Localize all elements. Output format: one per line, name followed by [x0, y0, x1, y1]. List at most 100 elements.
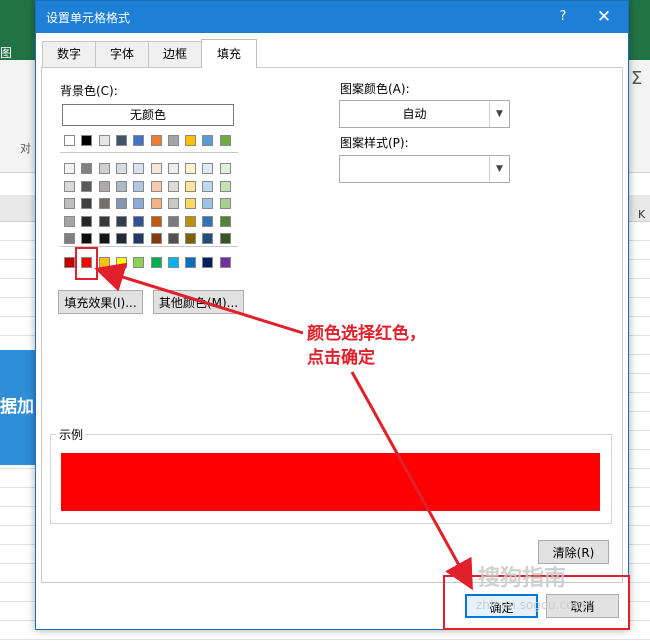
no-color-button[interactable]: 无颜色 [62, 104, 234, 126]
shade-color-swatch[interactable] [115, 180, 127, 192]
tab-font[interactable]: 字体 [95, 41, 149, 67]
shade-color-swatch[interactable] [150, 215, 162, 227]
watermark-url: zhinan.sogou.com [476, 598, 586, 612]
theme-color-swatch[interactable] [81, 135, 93, 146]
theme-color-swatch[interactable] [115, 135, 127, 146]
theme-color-swatch[interactable] [185, 135, 197, 146]
theme-color-swatch[interactable] [219, 135, 231, 146]
shade-color-swatch[interactable] [64, 233, 75, 244]
help-button[interactable]: ? [552, 6, 574, 28]
shade-color-swatch[interactable] [81, 163, 93, 174]
shade-color-swatch[interactable] [98, 198, 110, 209]
shade-color-swatch[interactable] [202, 233, 214, 244]
shade-color-swatch[interactable] [133, 215, 145, 227]
palette-separator [60, 152, 238, 153]
pattern-color-value: 自动 [402, 107, 427, 121]
shade-color-swatch[interactable] [185, 198, 197, 209]
standard-color-swatch[interactable] [185, 257, 197, 268]
shade-color-swatch[interactable] [98, 163, 110, 174]
more-colors-button[interactable]: 其他颜色(M)... [153, 290, 244, 314]
shade-color-swatch[interactable] [81, 198, 93, 209]
shade-color-swatch[interactable] [167, 198, 179, 209]
pattern-color-label: 图案颜色(A): [340, 82, 410, 96]
theme-color-swatch[interactable] [64, 135, 75, 146]
fill-effects-button[interactable]: 填充效果(I)... [58, 290, 143, 314]
shade-color-swatch[interactable] [150, 233, 162, 244]
shade-color-swatch[interactable] [133, 163, 145, 174]
shade-color-swatch[interactable] [202, 163, 214, 174]
shade-color-swatch[interactable] [202, 180, 214, 192]
shade-color-swatch[interactable] [81, 180, 93, 192]
shade-color-swatch[interactable] [185, 233, 197, 244]
shade-color-swatch[interactable] [219, 233, 231, 244]
shade-color-swatch[interactable] [219, 163, 231, 174]
shade-color-swatch[interactable] [219, 215, 231, 227]
shade-color-swatch[interactable] [98, 233, 110, 244]
shade-color-swatch[interactable] [202, 198, 214, 209]
shade-color-swatch[interactable] [64, 215, 75, 227]
standard-color-swatch[interactable] [150, 257, 162, 268]
shade-color-swatch[interactable] [167, 180, 179, 192]
shade-color-swatch[interactable] [133, 180, 145, 192]
shade-color-swatch[interactable] [98, 180, 110, 192]
shade-color-swatch[interactable] [81, 233, 93, 244]
chevron-down-icon: ▼ [489, 101, 509, 127]
shade-color-swatch[interactable] [133, 198, 145, 209]
chevron-down-icon: ▼ [489, 156, 509, 182]
shade-color-swatch[interactable] [219, 198, 231, 209]
grid-row-line [0, 639, 650, 640]
annotation-line-2: 点击确定 [307, 348, 375, 368]
banner-text: 据加 [0, 397, 34, 417]
shade-color-swatch[interactable] [219, 180, 231, 192]
close-button[interactable]: ✕ [592, 5, 616, 29]
theme-color-swatch[interactable] [167, 135, 179, 146]
ribbon-tab-label: 图 [0, 46, 13, 60]
shade-color-swatch[interactable] [64, 163, 75, 174]
sample-label: 示例 [56, 426, 87, 443]
autosum-icon: Σ [631, 68, 643, 89]
shade-color-swatch[interactable] [167, 215, 179, 227]
theme-color-swatch[interactable] [150, 135, 162, 146]
pattern-style-select[interactable]: ▼ [339, 155, 510, 183]
shade-color-swatch[interactable] [150, 198, 162, 209]
column-k-header: K [638, 208, 646, 221]
standard-color-swatch[interactable] [202, 257, 214, 268]
dialog-title: 设置单元格格式 [46, 11, 131, 25]
shade-color-swatch[interactable] [115, 215, 127, 227]
standard-color-swatch[interactable] [167, 257, 179, 268]
standard-color-swatch[interactable] [133, 257, 145, 268]
shade-color-swatch[interactable] [150, 180, 162, 192]
shade-color-swatch[interactable] [185, 215, 197, 227]
pattern-style-label: 图案样式(P): [340, 136, 409, 150]
shade-color-swatch[interactable] [64, 198, 75, 209]
sample-preview [61, 453, 600, 511]
tab-number[interactable]: 数字 [42, 41, 96, 67]
theme-color-swatch[interactable] [202, 135, 214, 146]
standard-color-swatch[interactable] [115, 257, 127, 268]
standard-color-swatch[interactable] [219, 257, 231, 268]
shade-color-swatch[interactable] [167, 233, 179, 244]
shade-color-swatch[interactable] [115, 233, 127, 244]
shade-color-swatch[interactable] [150, 163, 162, 174]
theme-color-swatch[interactable] [98, 135, 110, 146]
shade-color-swatch[interactable] [98, 215, 110, 227]
shade-color-swatch[interactable] [133, 233, 145, 244]
shade-color-swatch[interactable] [202, 215, 214, 227]
standard-color-swatch[interactable] [64, 257, 75, 268]
shade-color-swatch[interactable] [81, 215, 93, 227]
watermark-logo-text: 搜狗指南 [478, 566, 567, 591]
dialog-titlebar: 设置单元格格式 ? ✕ [36, 1, 628, 33]
format-cells-dialog: 设置单元格格式 ? ✕ 数字 字体 边框 填充 [35, 0, 629, 630]
shade-color-swatch[interactable] [64, 180, 75, 192]
shade-color-swatch[interactable] [167, 163, 179, 174]
theme-color-swatch[interactable] [133, 135, 145, 146]
shade-color-swatch[interactable] [185, 180, 197, 192]
pattern-color-select[interactable]: 自动 ▼ [339, 100, 510, 128]
shade-color-swatch[interactable] [115, 163, 127, 174]
annotation-line-1: 颜色选择红色， [307, 324, 426, 344]
shade-color-swatch[interactable] [115, 198, 127, 209]
shade-color-swatch[interactable] [185, 163, 197, 174]
tab-border[interactable]: 边框 [148, 41, 202, 67]
tab-fill[interactable]: 填充 [201, 39, 257, 68]
standard-color-swatch[interactable] [98, 257, 110, 268]
